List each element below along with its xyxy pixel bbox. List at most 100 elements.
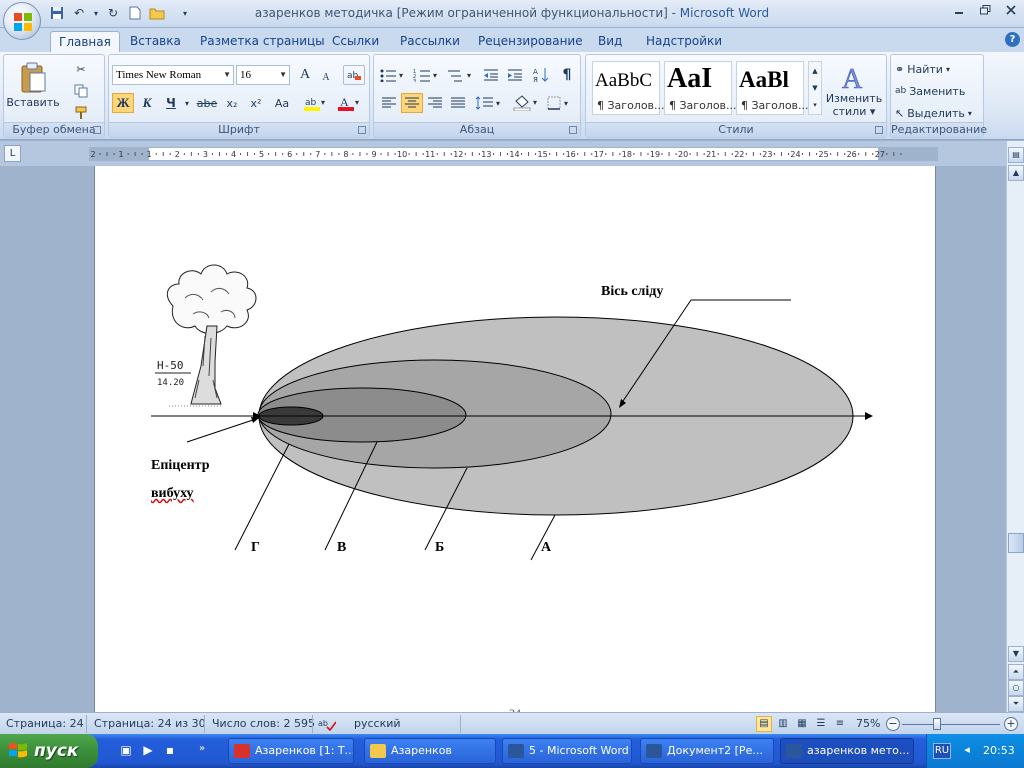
justify-button[interactable] xyxy=(447,93,469,113)
media-player-icon[interactable]: ▶ xyxy=(140,743,156,759)
tray-expand-icon[interactable]: ◂ xyxy=(959,743,975,759)
web-layout-view-icon[interactable]: ▦ xyxy=(794,716,810,732)
replace-button[interactable]: ab Заменить xyxy=(895,81,981,101)
document-page[interactable]: Н-50 14.20 Вісь сліду Епіцентр вибуху Г … xyxy=(94,166,936,712)
bold-button[interactable]: Ж xyxy=(112,93,134,113)
print-layout-view-icon[interactable]: ▤ xyxy=(756,716,772,732)
styles-group: AaBbC ¶ Заголов... AaI ¶ Заголов... AaBl… xyxy=(585,54,887,138)
italic-button[interactable]: К xyxy=(136,93,158,113)
align-left-button[interactable] xyxy=(378,93,400,113)
horizontal-ruler[interactable]: 2 1 1 2 3 4 5 6 7 8 9 10 11 12 13 14 15 16 17 18 19 20 21 22 23 2… xyxy=(89,147,938,161)
line-spacing-button[interactable]: ▾ xyxy=(474,93,504,113)
full-screen-reading-view-icon[interactable]: ▥ xyxy=(775,716,791,732)
align-center-button[interactable] xyxy=(401,93,423,113)
style-heading-2[interactable]: AaI ¶ Заголов... xyxy=(664,61,737,115)
styles-scroll-up-button[interactable]: ▲ xyxy=(809,62,821,79)
tab-home[interactable]: Главная xyxy=(50,31,120,52)
show-desktop-icon[interactable]: ▣ xyxy=(118,743,134,759)
zoom-in-button[interactable]: + xyxy=(1004,717,1018,731)
tab-page-layout[interactable]: Разметка страницы xyxy=(192,31,333,52)
increase-indent-button[interactable] xyxy=(504,65,526,85)
change-case-button[interactable]: Aa xyxy=(269,93,295,113)
tab-mailings[interactable]: Рассылки xyxy=(392,31,468,52)
zoom-level[interactable]: 75% xyxy=(856,717,880,730)
cut-icon[interactable]: ✂ xyxy=(70,59,92,79)
select-button[interactable]: ↖ Выделить ▾ xyxy=(895,103,981,123)
bullets-button[interactable]: ▾ xyxy=(378,65,408,85)
font-color-button[interactable]: A ▾ xyxy=(335,93,365,113)
office-button[interactable] xyxy=(3,2,41,40)
ruler-label: 4 xyxy=(231,150,236,159)
clipboard-launcher-icon[interactable] xyxy=(93,126,101,134)
style-heading-1[interactable]: AaBbC ¶ Заголов... xyxy=(592,61,665,115)
multilevel-list-button[interactable]: ▾ xyxy=(446,65,476,85)
tab-view[interactable]: Вид xyxy=(590,31,630,52)
find-button[interactable]: ⚭ Найти ▾ xyxy=(895,59,981,79)
underline-button[interactable]: Ч xyxy=(160,93,182,113)
paragraph-launcher-icon[interactable] xyxy=(569,126,577,134)
zoom-slider-track[interactable] xyxy=(902,724,1000,725)
tab-addins[interactable]: Надстройки xyxy=(638,31,730,52)
subscript-button[interactable]: x₂ xyxy=(221,93,243,113)
font-size-combo[interactable]: 16 ▼ xyxy=(236,65,290,85)
underline-dropdown-icon[interactable]: ▾ xyxy=(182,93,192,113)
font-name-combo[interactable]: Times New Roman ▼ xyxy=(112,65,234,85)
styles-more-button[interactable]: ▾ xyxy=(809,96,821,114)
highlight-button[interactable]: ab ▾ xyxy=(301,93,331,113)
change-styles-button[interactable]: A Изменить стили ▾ xyxy=(824,59,884,121)
next-page-button[interactable]: ⏷ xyxy=(1008,696,1024,712)
numbering-button[interactable]: 1 2 3 ▾ xyxy=(412,65,442,85)
vertical-scrollbar[interactable]: ▤ ▲ ▼ ⏶ ○ ⏷ xyxy=(1006,141,1024,712)
start-button[interactable]: пуск xyxy=(0,734,98,768)
decrease-indent-button[interactable] xyxy=(480,65,502,85)
close-button[interactable] xyxy=(998,0,1024,20)
status-page[interactable]: Страница: 24 xyxy=(6,717,84,730)
taskbar-item-azarenkov-folder[interactable]: Азаренков xyxy=(364,738,496,764)
shading-button[interactable]: ▾ xyxy=(512,93,542,113)
taskbar-item-word-group[interactable]: 5 - Microsoft Word xyxy=(502,738,632,764)
tab-insert[interactable]: Вставка xyxy=(122,31,189,52)
tab-references[interactable]: Ссылки xyxy=(324,31,387,52)
grow-font-button[interactable]: A xyxy=(295,65,315,85)
help-icon[interactable]: ? xyxy=(1005,32,1020,47)
scroll-thumb[interactable] xyxy=(1008,533,1024,553)
style-heading-3[interactable]: AaBl ¶ Заголов... xyxy=(736,61,809,115)
ruler-toggle-button[interactable]: ▤ xyxy=(1008,147,1024,163)
language-indicator[interactable]: RU xyxy=(933,743,951,759)
superscript-button[interactable]: x² xyxy=(245,93,267,113)
status-page-of[interactable]: Страница: 24 из 30 xyxy=(94,717,206,730)
status-word-count[interactable]: Число слов: 2 595 xyxy=(212,717,315,730)
browse-object-button[interactable]: ○ xyxy=(1008,680,1024,696)
status-language[interactable]: русский xyxy=(354,717,401,730)
save-disk-icon[interactable]: ▪ xyxy=(162,743,178,759)
spelling-check-icon[interactable]: ab xyxy=(318,717,337,734)
paste-button[interactable]: Вставить xyxy=(6,57,60,113)
taskbar-item-document2[interactable]: Документ2 [Ре... xyxy=(640,738,774,764)
copy-icon[interactable] xyxy=(70,81,92,101)
shrink-font-button[interactable]: A xyxy=(317,67,335,87)
previous-page-button[interactable]: ⏶ xyxy=(1008,664,1024,680)
minimize-button[interactable] xyxy=(946,0,972,20)
align-right-button[interactable] xyxy=(424,93,446,113)
zoom-out-button[interactable]: − xyxy=(886,717,900,731)
restore-button[interactable] xyxy=(972,0,998,20)
format-painter-icon[interactable] xyxy=(70,103,92,123)
outline-view-icon[interactable]: ☰ xyxy=(813,716,829,732)
more-quick-launch-icon[interactable]: » xyxy=(194,743,210,759)
strikethrough-button[interactable]: abe xyxy=(195,93,219,113)
tab-review[interactable]: Рецензирование xyxy=(470,31,591,52)
clear-formatting-button[interactable]: ab xyxy=(343,65,365,85)
tab-selector-button[interactable]: L xyxy=(4,145,21,162)
taskbar-item-azarenkov-1[interactable]: Азаренков [1: Т... xyxy=(228,738,354,764)
sort-button[interactable]: AЯ xyxy=(530,65,552,85)
borders-button[interactable]: ▾ xyxy=(546,93,576,113)
scroll-down-button[interactable]: ▼ xyxy=(1008,646,1024,662)
scroll-up-button[interactable]: ▲ xyxy=(1008,165,1024,181)
draft-view-icon[interactable]: ≡ xyxy=(832,716,848,732)
styles-launcher-icon[interactable] xyxy=(875,126,883,134)
styles-scroll-down-button[interactable]: ▼ xyxy=(809,79,821,96)
show-formatting-button[interactable]: ¶ xyxy=(556,65,578,85)
font-launcher-icon[interactable] xyxy=(358,126,366,134)
zoom-slider-thumb[interactable] xyxy=(933,718,941,730)
taskbar-item-azarenkov-doc[interactable]: азаренков мето... xyxy=(780,738,914,764)
